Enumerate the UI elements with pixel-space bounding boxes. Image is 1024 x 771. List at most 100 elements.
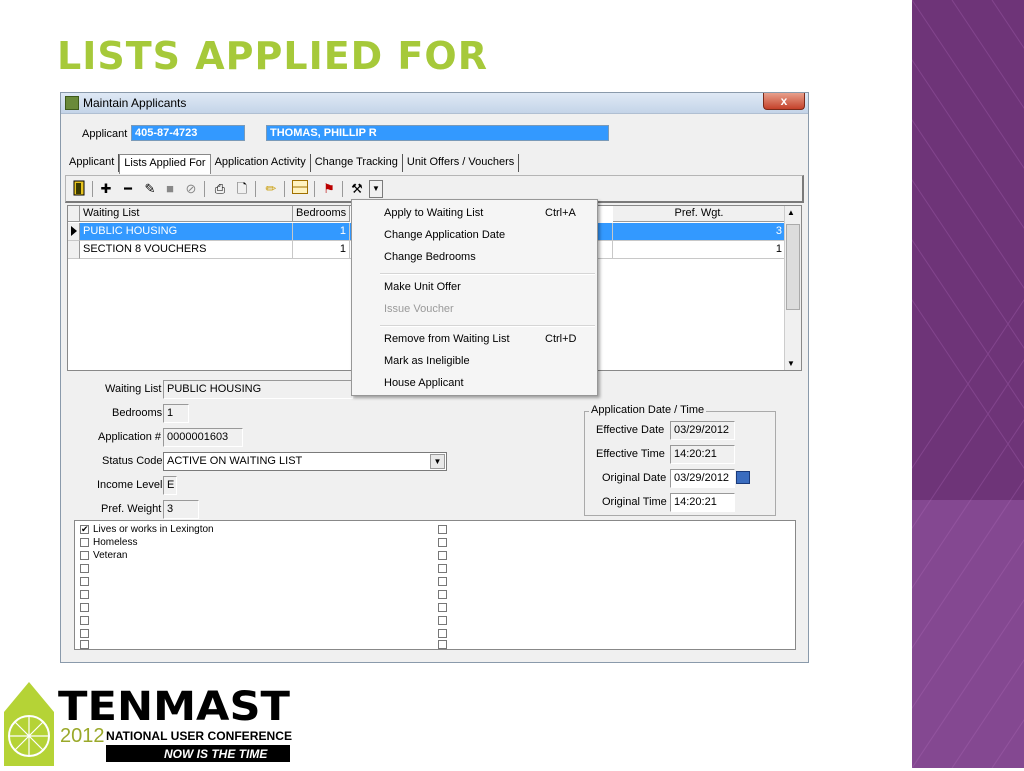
tools-icon[interactable]: ⚒ bbox=[349, 180, 365, 197]
menu-item-apply-to-waiting-list[interactable]: Apply to Waiting List bbox=[384, 207, 483, 219]
logo-conference: NATIONAL USER CONFERENCE bbox=[106, 729, 292, 743]
cancel-icon[interactable]: ⊘ bbox=[183, 180, 199, 197]
tab-change-tracking[interactable]: Change Tracking bbox=[311, 154, 403, 172]
scroll-down-arrow[interactable]: ▼ bbox=[787, 359, 795, 368]
checkbox-empty[interactable] bbox=[438, 525, 447, 534]
slide-title: LISTS APPLIED FOR bbox=[57, 34, 488, 78]
checkbox-empty[interactable] bbox=[80, 590, 89, 599]
bedrooms-label: Bedrooms bbox=[112, 407, 163, 419]
menu-item-remove-from-waiting-list[interactable]: Remove from Waiting List bbox=[384, 333, 510, 345]
print-icon[interactable]: ⎙ bbox=[212, 180, 228, 197]
checkbox-empty[interactable] bbox=[80, 640, 89, 649]
original-date-field[interactable]: 03/29/2012 bbox=[670, 469, 735, 488]
waiting-list-label: Waiting List bbox=[105, 383, 162, 395]
menu-item-change-bedrooms[interactable]: Change Bedrooms bbox=[384, 251, 476, 263]
tab-bar: Applicant Lists Applied For Application … bbox=[65, 154, 520, 174]
preference-label: Veteran bbox=[93, 550, 128, 561]
menu-separator bbox=[380, 325, 595, 327]
scroll-thumb[interactable] bbox=[786, 224, 800, 310]
cell-bedrooms: 1 bbox=[293, 241, 350, 259]
preference-label: Homeless bbox=[93, 537, 138, 548]
cell-pref-wgt: 3 bbox=[613, 223, 786, 241]
application-number-field[interactable]: 0000001603 bbox=[163, 428, 243, 447]
menu-item-change-application-date[interactable]: Change Application Date bbox=[384, 229, 505, 241]
group-title: Application Date / Time bbox=[589, 404, 707, 416]
cell-pref-wgt: 1 bbox=[613, 241, 786, 259]
pref-weight-label: Pref. Weight bbox=[101, 503, 162, 515]
exit-icon[interactable] bbox=[71, 180, 87, 197]
highlighter-icon[interactable]: ✏ bbox=[263, 180, 279, 197]
dropdown-arrow-icon[interactable]: ▼ bbox=[369, 180, 383, 198]
window-titlebar[interactable]: Maintain Applicants x bbox=[61, 93, 808, 114]
checkbox-empty[interactable] bbox=[438, 538, 447, 547]
save-icon[interactable]: ■ bbox=[162, 180, 178, 197]
income-level-field[interactable]: E bbox=[163, 476, 177, 495]
toolbar-separator bbox=[314, 181, 315, 197]
menu-item-house-applicant[interactable]: House Applicant bbox=[384, 377, 464, 389]
logo-brand: TENMAST bbox=[58, 684, 291, 730]
pref-weight-field[interactable]: 3 bbox=[163, 500, 199, 519]
checkbox-empty[interactable] bbox=[438, 640, 447, 649]
remove-icon[interactable]: ━ bbox=[120, 180, 136, 197]
app-icon bbox=[65, 96, 79, 110]
scroll-up-arrow[interactable]: ▲ bbox=[787, 208, 795, 217]
checkbox-empty[interactable] bbox=[438, 577, 447, 586]
checkbox-lives-works-lexington[interactable]: ✔ bbox=[80, 525, 89, 534]
close-button[interactable]: x bbox=[763, 93, 805, 110]
tenmast-logo: TENMAST 2012 NATIONAL USER CONFERENCE NO… bbox=[4, 682, 304, 766]
checkbox-empty[interactable] bbox=[80, 629, 89, 638]
toolbar-separator bbox=[92, 181, 93, 197]
status-code-select[interactable]: ACTIVE ON WAITING LIST ▼ bbox=[163, 452, 447, 471]
original-time-label: Original Time bbox=[602, 496, 667, 508]
waiting-list-field[interactable]: PUBLIC HOUSING bbox=[163, 380, 353, 399]
checkbox-empty[interactable] bbox=[438, 629, 447, 638]
tab-application-activity[interactable]: Application Activity bbox=[211, 154, 311, 172]
add-icon[interactable]: ✚ bbox=[98, 180, 114, 197]
column-header-pref-wgt[interactable]: Pref. Wgt. bbox=[613, 206, 786, 222]
row-selector[interactable] bbox=[68, 223, 80, 241]
column-header-bedrooms[interactable]: Bedrooms bbox=[293, 206, 350, 222]
menu-item-mark-as-ineligible[interactable]: Mark as Ineligible bbox=[384, 355, 470, 367]
applicant-name-field[interactable]: THOMAS, PHILLIP R bbox=[266, 125, 609, 141]
checkbox-empty[interactable] bbox=[438, 616, 447, 625]
flag-icon[interactable]: ⚑ bbox=[321, 180, 337, 197]
menu-item-make-unit-offer[interactable]: Make Unit Offer bbox=[384, 281, 461, 293]
status-code-label: Status Code bbox=[102, 455, 163, 467]
new-document-icon[interactable]: 🗋 bbox=[234, 180, 250, 197]
toolbar-separator bbox=[255, 181, 256, 197]
checkbox-empty[interactable] bbox=[438, 564, 447, 573]
grid-scrollbar[interactable]: ▲ ▼ bbox=[784, 206, 801, 370]
edit-icon[interactable]: ✎ bbox=[142, 180, 158, 197]
shortcut-ctrl-d: Ctrl+D bbox=[545, 333, 577, 345]
checkbox-empty[interactable] bbox=[80, 564, 89, 573]
calendar-icon[interactable] bbox=[736, 471, 750, 484]
bedrooms-field[interactable]: 1 bbox=[163, 404, 189, 423]
checkbox-veteran[interactable] bbox=[80, 551, 89, 560]
toolbar-separator bbox=[284, 181, 285, 197]
tab-unit-offers-vouchers[interactable]: Unit Offers / Vouchers bbox=[403, 154, 520, 172]
column-header-waiting-list[interactable]: Waiting List bbox=[80, 206, 293, 222]
original-time-field[interactable]: 14:20:21 bbox=[670, 493, 735, 512]
chevron-down-icon[interactable]: ▼ bbox=[430, 454, 445, 469]
effective-date-field[interactable]: 03/29/2012 bbox=[670, 421, 735, 440]
checkbox-empty[interactable] bbox=[438, 551, 447, 560]
effective-time-field[interactable]: 14:20:21 bbox=[670, 445, 735, 464]
logo-year: 2012 bbox=[60, 725, 105, 747]
effective-date-label: Effective Date bbox=[596, 424, 665, 436]
grid-corner bbox=[68, 206, 80, 222]
checkbox-empty[interactable] bbox=[80, 577, 89, 586]
checkbox-empty[interactable] bbox=[80, 616, 89, 625]
checkbox-empty[interactable] bbox=[80, 603, 89, 612]
layout-icon[interactable] bbox=[292, 180, 308, 197]
menu-item-issue-voucher: Issue Voucher bbox=[384, 303, 454, 315]
application-date-time-group: Application Date / Time Effective Date 0… bbox=[584, 404, 776, 516]
tab-lists-applied-for[interactable]: Lists Applied For bbox=[119, 154, 211, 174]
applicant-id-field[interactable]: 405-87-4723 bbox=[131, 125, 245, 141]
cell-bedrooms: 1 bbox=[293, 223, 350, 241]
window-title: Maintain Applicants bbox=[83, 96, 187, 110]
checkbox-empty[interactable] bbox=[438, 603, 447, 612]
tab-applicant[interactable]: Applicant bbox=[65, 154, 120, 172]
checkbox-empty[interactable] bbox=[438, 590, 447, 599]
row-selector[interactable] bbox=[68, 241, 80, 259]
checkbox-homeless[interactable] bbox=[80, 538, 89, 547]
